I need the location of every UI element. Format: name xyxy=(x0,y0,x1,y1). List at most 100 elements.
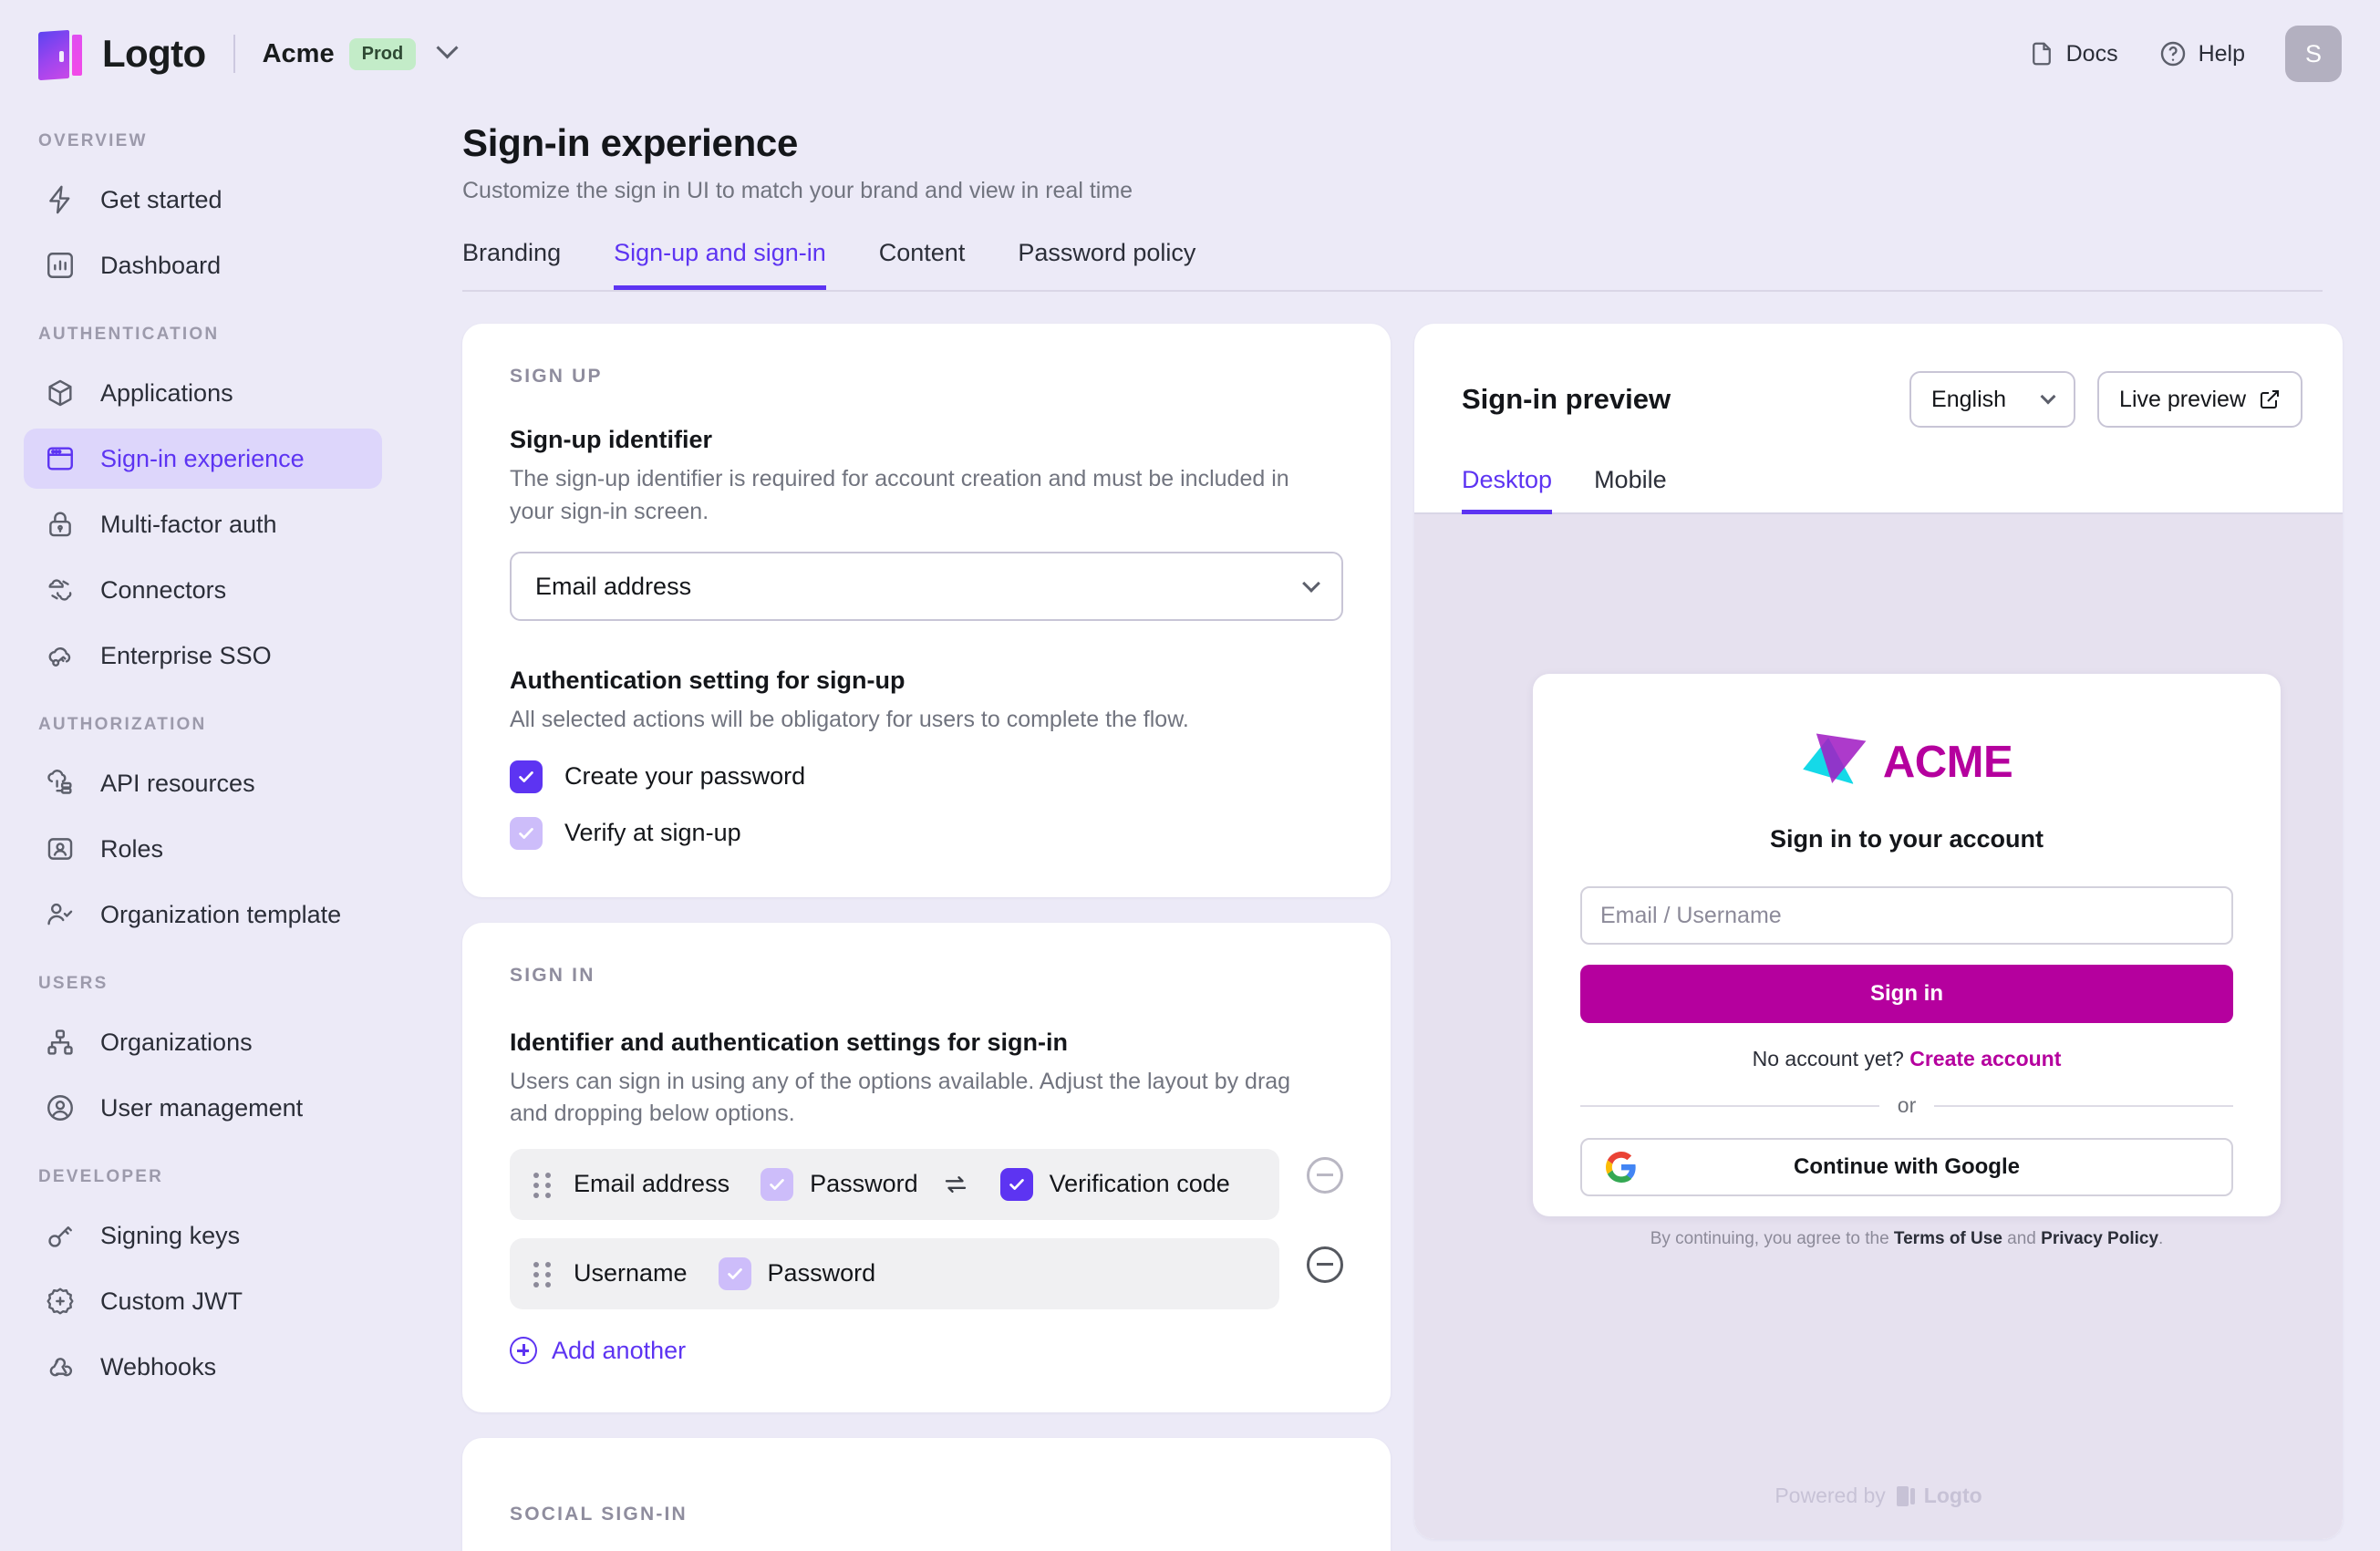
preview-device-tabs: Desktop Mobile xyxy=(1462,466,2343,514)
sign-up-option-label: Verify at sign-up xyxy=(564,819,741,846)
tab-content[interactable]: Content xyxy=(879,239,966,290)
tenant-env-badge: Prod xyxy=(348,37,417,70)
remove-row-button[interactable] xyxy=(1307,1156,1343,1194)
preview-create-account-link[interactable]: Create account xyxy=(1909,1047,2061,1070)
sidebar-item-organization-template[interactable]: Organization template xyxy=(24,884,382,945)
sign-in-option[interactable]: Verification code xyxy=(999,1167,1230,1201)
sidebar-group-title: OVERVIEW xyxy=(38,131,148,150)
preview-privacy-link[interactable]: Privacy Policy xyxy=(2041,1229,2158,1248)
sidebar-item-label: Multi-factor auth xyxy=(100,510,277,538)
tab-sign-up-and-sign-in[interactable]: Sign-up and sign-in xyxy=(614,239,826,290)
header-divider xyxy=(233,35,235,73)
checkbox[interactable] xyxy=(510,816,543,850)
sidebar-item-api-resources[interactable]: API resources xyxy=(24,753,382,813)
connectors-icon xyxy=(40,574,80,605)
checkbox[interactable] xyxy=(718,1256,751,1290)
preview-google-button[interactable]: Continue with Google xyxy=(1580,1138,2233,1196)
sign-up-option-row[interactable]: Create your password xyxy=(510,760,1343,793)
preview-tab-mobile[interactable]: Mobile xyxy=(1594,466,1667,514)
sidebar-item-webhooks[interactable]: Webhooks xyxy=(24,1337,382,1397)
sidebar-item-organizations[interactable]: Organizations xyxy=(24,1012,382,1072)
user-check-icon xyxy=(40,899,80,930)
live-preview-button[interactable]: Live preview xyxy=(2097,371,2302,428)
sign-in-option-label: Verification code xyxy=(1049,1170,1230,1197)
page-subtitle: Customize the sign in UI to match your b… xyxy=(462,178,1133,203)
checkbox[interactable] xyxy=(999,1167,1033,1201)
sidebar-item-applications[interactable]: Applications xyxy=(24,363,382,423)
sidebar-group-title: AUTHENTICATION xyxy=(38,325,220,344)
preview-terms-suffix: . xyxy=(2158,1229,2164,1248)
swap-icon[interactable] xyxy=(942,1171,969,1198)
chevron-down-icon[interactable] xyxy=(436,36,459,60)
sign-in-option[interactable]: Password xyxy=(718,1256,875,1290)
sign-in-row-wrapper: Email address Password Verification code xyxy=(510,1131,1343,1220)
page-title: Sign-in experience xyxy=(462,121,799,164)
document-icon xyxy=(2028,39,2055,68)
sidebar-item-user-management[interactable]: User management xyxy=(24,1078,382,1138)
preview-sign-in-label: Sign in xyxy=(1870,981,1943,1006)
sidebar-item-sign-in-experience[interactable]: Sign-in experience xyxy=(24,429,382,489)
sign-up-identifier-select[interactable]: Email address xyxy=(510,552,1343,621)
tenant-name: Acme xyxy=(262,38,335,68)
sign-up-auth-label: Authentication setting for sign-up xyxy=(510,667,905,694)
preview-terms-prefix: By continuing, you agree to the xyxy=(1650,1229,1894,1248)
sign-in-settings-label: Identifier and authentication settings f… xyxy=(510,1028,1069,1056)
sidebar-item-connectors[interactable]: Connectors xyxy=(24,560,382,620)
sidebar-item-roles[interactable]: Roles xyxy=(24,819,382,879)
language-select[interactable]: English xyxy=(1909,371,2076,428)
tab-password-policy[interactable]: Password policy xyxy=(1018,239,1195,290)
question-circle-icon xyxy=(2158,39,2188,68)
sidebar-item-label: Signing keys xyxy=(100,1221,241,1249)
preview-brand-row: ACME xyxy=(1533,674,2281,794)
sidebar-item-get-started[interactable]: Get started xyxy=(24,170,382,230)
add-another-button[interactable]: Add another xyxy=(510,1337,1343,1365)
sidebar-item-label: Custom JWT xyxy=(100,1287,243,1315)
social-sign-in-eyebrow: SOCIAL SIGN-IN xyxy=(510,1503,688,1525)
docs-label: Docs xyxy=(2065,40,2118,67)
badge-plus-icon xyxy=(40,1286,80,1317)
drag-handle-icon[interactable] xyxy=(533,1261,554,1287)
top-bar: Logto Acme Prod Docs Help S xyxy=(0,0,2380,108)
sidebar-item-multi-factor-auth[interactable]: Multi-factor auth xyxy=(24,494,382,554)
sign-in-combo-row[interactable]: Username Password xyxy=(510,1237,1279,1309)
drag-handle-icon[interactable] xyxy=(533,1172,554,1198)
content-columns: SIGN UP Sign-up identifier The sign-up i… xyxy=(462,324,2380,1551)
sidebar-item-signing-keys[interactable]: Signing keys xyxy=(24,1205,382,1266)
sign-up-auth-desc: All selected actions will be obligatory … xyxy=(510,707,1189,732)
sidebar-item-label: Organization template xyxy=(100,900,342,928)
window-icon xyxy=(40,443,80,474)
cube-icon xyxy=(40,377,80,408)
preview-terms-mid: and xyxy=(2002,1229,2042,1248)
sign-up-identifier-label: Sign-up identifier xyxy=(510,426,712,453)
sidebar-item-enterprise-sso[interactable]: Enterprise SSO xyxy=(24,626,382,686)
sign-up-identifier-desc: The sign-up identifier is required for a… xyxy=(510,466,1289,524)
sidebar: OVERVIEW Get started Dashboard AUTHENTICATI… xyxy=(0,108,406,1551)
docs-button[interactable]: Docs xyxy=(2028,39,2118,68)
sidebar-item-custom-jwt[interactable]: Custom JWT xyxy=(24,1271,382,1331)
preview-stage: ACME Sign in to your account Email / Use… xyxy=(1414,514,2343,1539)
avatar[interactable]: S xyxy=(2285,26,2342,82)
sidebar-group-title: DEVELOPER xyxy=(38,1167,163,1186)
acme-logo-icon xyxy=(1801,730,1870,794)
sign-in-settings-desc: Users can sign in using any of the optio… xyxy=(510,1068,1291,1127)
preview-or-text: or xyxy=(1897,1093,1917,1117)
sign-in-option[interactable]: Password xyxy=(761,1167,918,1201)
sidebar-item-dashboard[interactable]: Dashboard xyxy=(24,235,382,295)
preview-column: Sign-in preview English Live preview Des… xyxy=(1414,324,2343,1551)
cloud-key-icon xyxy=(40,640,80,671)
remove-row-button[interactable] xyxy=(1307,1246,1343,1283)
sign-up-option-row[interactable]: Verify at sign-up xyxy=(510,816,1343,850)
key-icon xyxy=(40,1220,80,1251)
sidebar-item-label: Connectors xyxy=(100,575,227,604)
chart-icon xyxy=(40,250,80,281)
sign-in-combo-row[interactable]: Email address Password Verification code xyxy=(510,1148,1279,1220)
plus-circle-icon xyxy=(510,1337,537,1364)
preview-terms-link[interactable]: Terms of Use xyxy=(1894,1229,2002,1248)
preview-tab-desktop[interactable]: Desktop xyxy=(1462,466,1553,514)
help-button[interactable]: Help xyxy=(2158,39,2245,68)
checkbox[interactable] xyxy=(761,1167,794,1201)
preview-identifier-input[interactable]: Email / Username xyxy=(1580,886,2233,945)
checkbox[interactable] xyxy=(510,760,543,793)
preview-sign-in-button[interactable]: Sign in xyxy=(1580,965,2233,1023)
tab-branding[interactable]: Branding xyxy=(462,239,561,290)
